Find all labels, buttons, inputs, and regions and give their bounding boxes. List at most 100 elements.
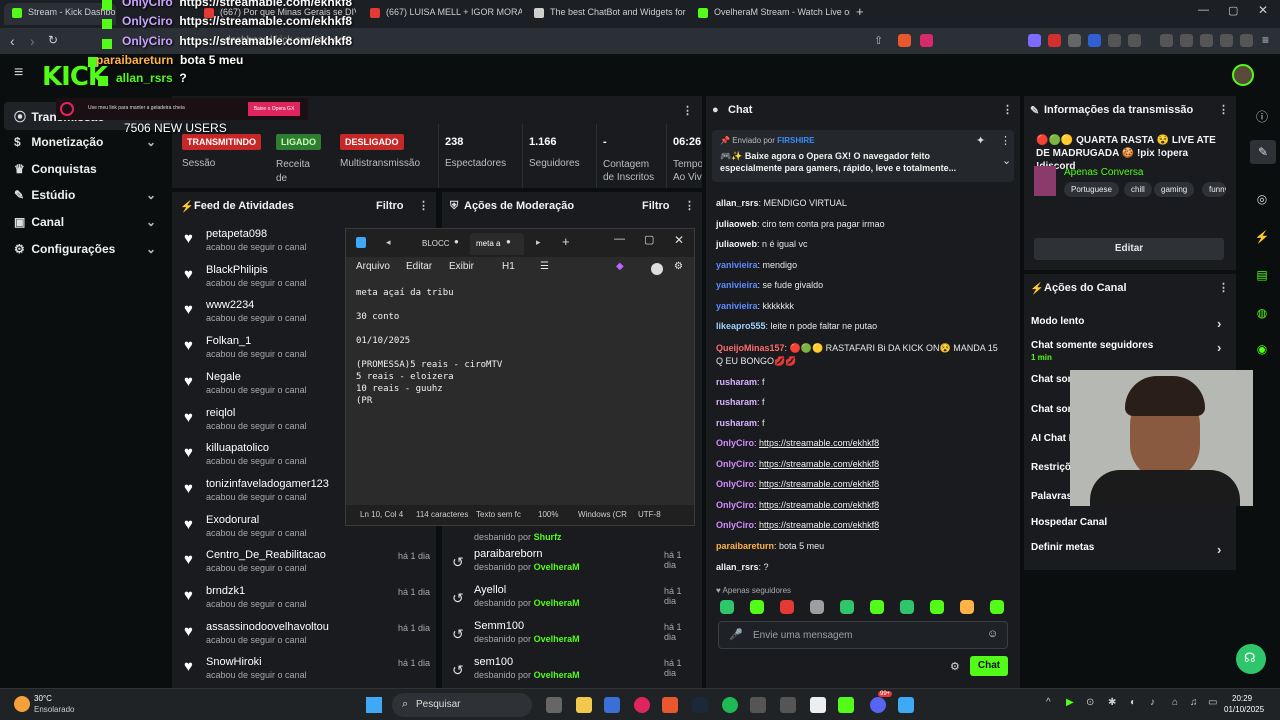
- opera-gx-icon[interactable]: [634, 697, 650, 713]
- support-chat-button[interactable]: ☊: [1236, 644, 1266, 674]
- emote-icon[interactable]: [720, 600, 734, 614]
- chat-message[interactable]: juliaoweb: ciro tem conta pra pagar irma…: [716, 219, 885, 229]
- chat-username[interactable]: QueijoMinas157: [716, 343, 785, 353]
- feed-row[interactable]: ♥ assassinodoovelhavoltou acabou de seguir…: [182, 621, 432, 657]
- app-icon[interactable]: [780, 697, 796, 713]
- tab-scroll-left-icon[interactable]: ◂: [386, 237, 391, 248]
- notepad-tab[interactable]: BLOCC: [422, 239, 450, 248]
- category-link[interactable]: Apenas Conversa: [1064, 167, 1144, 178]
- brave-shield-icon[interactable]: [898, 34, 911, 47]
- moderation-row[interactable]: ↺ Ayellol desbanido por OvelheraM há 1 dia: [452, 584, 696, 620]
- chat-username[interactable]: paraibareturn: [716, 541, 774, 551]
- emote-icon[interactable]: [930, 600, 944, 614]
- chat-username[interactable]: yanivieira: [716, 280, 758, 290]
- edit-button[interactable]: Editar: [1034, 238, 1224, 260]
- steam-icon[interactable]: [692, 697, 708, 713]
- kebab-icon[interactable]: ⋮: [682, 104, 693, 117]
- notepad-icon[interactable]: [898, 697, 914, 713]
- new-tab-icon[interactable]: +: [562, 234, 570, 249]
- extension-icon[interactable]: [1068, 34, 1081, 47]
- sidebar-item-monetizacao[interactable]: $ Monetização ⌄: [14, 135, 156, 149]
- network-icon[interactable]: ⌂: [1172, 697, 1178, 708]
- bolt-icon[interactable]: ⚡: [1254, 230, 1270, 246]
- extension-icon[interactable]: [1028, 34, 1041, 47]
- chat-send-button[interactable]: Chat: [970, 656, 1008, 676]
- microphone-icon[interactable]: ♪: [1150, 697, 1155, 708]
- channel-action-row[interactable]: Definir metas ›: [1031, 542, 1221, 557]
- battery-icon[interactable]: ▭: [1208, 697, 1217, 708]
- tray-app-icon[interactable]: ◐: [1130, 697, 1136, 708]
- file-explorer-icon[interactable]: [576, 697, 592, 713]
- chat-message[interactable]: rusharam: f: [716, 377, 765, 387]
- chat-username[interactable]: rusharam: [716, 377, 757, 387]
- kick-studio-icon[interactable]: [838, 697, 854, 713]
- heading-select[interactable]: H1: [502, 261, 515, 272]
- ai-icon[interactable]: [1220, 34, 1233, 47]
- discord-icon[interactable]: [870, 697, 886, 713]
- emote-icon[interactable]: [960, 600, 974, 614]
- chat-message[interactable]: juliaoweb: n é igual vc: [716, 239, 808, 249]
- target-icon[interactable]: ◎: [1254, 192, 1270, 208]
- kebab-icon[interactable]: ⋮: [684, 199, 695, 212]
- microphone-icon[interactable]: 🎤: [729, 628, 743, 641]
- extension-icon[interactable]: [1108, 34, 1121, 47]
- channel-action-row[interactable]: Modo lento ›: [1031, 316, 1221, 331]
- bluetooth-icon[interactable]: ✱: [1108, 697, 1116, 708]
- minimize-icon[interactable]: —: [614, 233, 625, 245]
- feed-filter-button[interactable]: Filtro: [376, 200, 404, 212]
- chat-link[interactable]: https://streamable.com/ekhkf8: [759, 500, 879, 510]
- emote-icon[interactable]: [840, 600, 854, 614]
- browser-tab[interactable]: OvelheraM Stream - Watch Live on K: [690, 3, 850, 25]
- moderation-filter-button[interactable]: Filtro: [642, 200, 670, 212]
- sidebar-item-configuracoes[interactable]: ⚙ Configurações ⌄: [14, 242, 156, 256]
- gear-icon[interactable]: ⚙: [674, 261, 683, 272]
- chat-username[interactable]: yanivieira: [716, 260, 758, 270]
- chat-username[interactable]: OnlyCiro: [716, 479, 754, 489]
- back-icon[interactable]: ‹: [10, 33, 15, 49]
- tray-app-icon[interactable]: ▶: [1066, 697, 1074, 708]
- browser-tab[interactable]: The best ChatBot and Widgets for Ki: [526, 3, 686, 25]
- chat-username[interactable]: OnlyCiro: [716, 500, 754, 510]
- moderation-row[interactable]: ↺ paraibareborn desbanido por OvelheraM há …: [452, 548, 696, 584]
- channel-action-row[interactable]: Chat son: [1031, 404, 1074, 415]
- chat-message[interactable]: yanivieira: mendigo: [716, 260, 797, 270]
- chat-message[interactable]: OnlyCiro: https://streamable.com/ekhkf8: [716, 459, 879, 469]
- brave-icon[interactable]: [662, 697, 678, 713]
- menu-exibir[interactable]: Exibir: [449, 261, 474, 272]
- menu-arquivo[interactable]: Arquivo: [356, 261, 390, 272]
- playlist-icon[interactable]: [1160, 34, 1173, 47]
- menu-icon[interactable]: ≡: [1262, 33, 1269, 47]
- kebab-icon[interactable]: ⋮: [418, 199, 429, 212]
- tag-chip[interactable]: gaming: [1154, 182, 1195, 197]
- emote-icon[interactable]: [870, 600, 884, 614]
- emote-icon[interactable]: [780, 600, 794, 614]
- channel-action-row[interactable]: Palavras: [1031, 491, 1072, 502]
- chat-message[interactable]: rusharam: f: [716, 397, 765, 407]
- list-icon[interactable]: ☰: [540, 261, 549, 272]
- chat-message[interactable]: rusharam: f: [716, 418, 765, 428]
- feed-row[interactable]: ♥ Centro_De_Reabilitacao acabou de seguir …: [182, 549, 432, 585]
- chat-icon[interactable]: ◍: [1254, 306, 1270, 322]
- app-icon[interactable]: [750, 697, 766, 713]
- chat-username[interactable]: yanivieira: [716, 301, 758, 311]
- chat-username[interactable]: juliaoweb: [716, 219, 757, 229]
- gear-icon[interactable]: ⚙: [950, 660, 960, 673]
- chat-username[interactable]: juliaoweb: [716, 239, 757, 249]
- minimize-icon[interactable]: —: [1198, 4, 1209, 16]
- chat-message[interactable]: paraibareturn: bota 5 meu: [716, 541, 824, 551]
- chat-username[interactable]: rusharam: [716, 418, 757, 428]
- document-icon[interactable]: [810, 697, 826, 713]
- chat-message[interactable]: allan_rsrs: ?: [716, 562, 769, 572]
- maximize-icon[interactable]: ▢: [644, 233, 654, 246]
- channel-action-row[interactable]: Hospedar Canal: [1031, 517, 1107, 528]
- task-view-icon[interactable]: [546, 697, 562, 713]
- feed-row[interactable]: ♥ SnowHiroki acabou de seguir o canal há 1 …: [182, 656, 432, 692]
- tray-app-icon[interactable]: ⊙: [1086, 697, 1094, 708]
- extension-icon[interactable]: [1088, 34, 1101, 47]
- sidebar-item-conquistas[interactable]: ♛ Conquistas: [14, 162, 97, 176]
- moderation-row[interactable]: ↺ Semm100 desbanido por OvelheraM há 1 dia: [452, 620, 696, 656]
- clock-date[interactable]: 01/10/2025: [1224, 705, 1264, 714]
- emote-icon[interactable]: [750, 600, 764, 614]
- account-icon[interactable]: [651, 263, 663, 275]
- pinned-message[interactable]: 📌 Enviado por FIRSHIRE 🎮✨ Baixe agora o …: [712, 130, 1014, 182]
